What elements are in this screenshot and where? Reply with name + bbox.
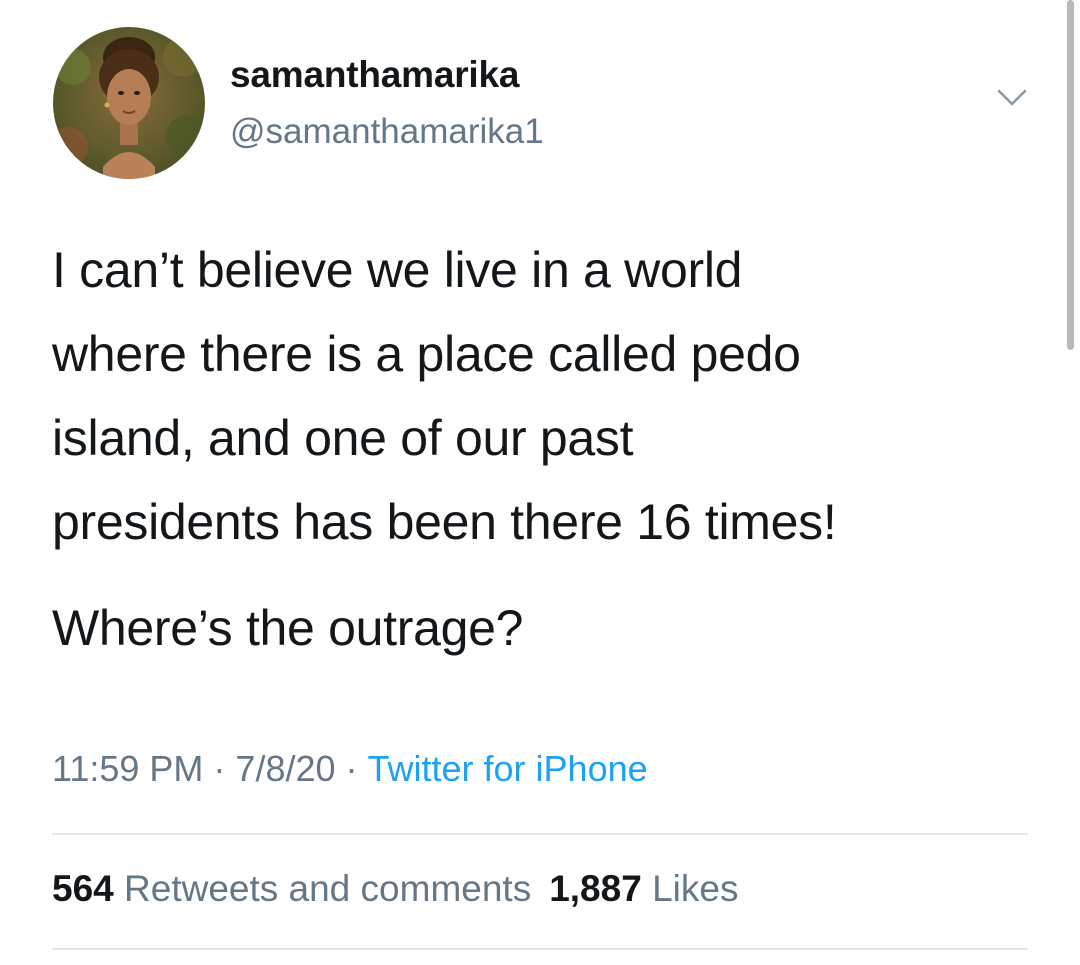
tweet-meta: 11:59 PM · 7/8/20 · Twitter for iPhone: [52, 748, 648, 790]
tweet-text-line: I can’t believe we live in a world: [52, 242, 743, 298]
likes-stat[interactable]: 1,887 Likes: [549, 868, 738, 909]
likes-label: Likes: [652, 868, 739, 909]
tweet-text: I can’t believe we live in a world where…: [52, 228, 1052, 670]
meta-separator: ·: [345, 748, 358, 789]
scrollbar[interactable]: [1067, 0, 1074, 350]
divider: [52, 948, 1028, 950]
retweets-count: 564: [52, 868, 114, 909]
tweet-stats: 564 Retweets and comments 1,887 Likes: [52, 868, 738, 910]
likes-count: 1,887: [549, 868, 642, 909]
tweet-text-line: presidents has been there 16 times!: [52, 494, 837, 550]
display-name[interactable]: samanthamarika: [230, 54, 519, 96]
tweet-text-line: island, and one of our past: [52, 410, 634, 466]
retweets-label: Retweets and comments: [124, 868, 532, 909]
tweet-source-link[interactable]: Twitter for iPhone: [368, 748, 648, 789]
tweet-text-line: Where’s the outrage?: [52, 600, 524, 656]
avatar-image: [53, 27, 205, 179]
tweet-card: samanthamarika @samanthamarika1 I can’t …: [0, 0, 1080, 965]
divider: [52, 833, 1028, 835]
retweets-stat[interactable]: 564 Retweets and comments: [52, 868, 531, 909]
meta-separator: ·: [213, 748, 226, 789]
avatar[interactable]: [53, 27, 205, 179]
user-handle[interactable]: @samanthamarika1: [230, 112, 544, 152]
tweet-time[interactable]: 11:59 PM: [52, 748, 203, 789]
tweet-date[interactable]: 7/8/20: [235, 748, 335, 789]
chevron-down-icon[interactable]: [995, 86, 1029, 110]
tweet-text-line: where there is a place called pedo: [52, 326, 801, 382]
